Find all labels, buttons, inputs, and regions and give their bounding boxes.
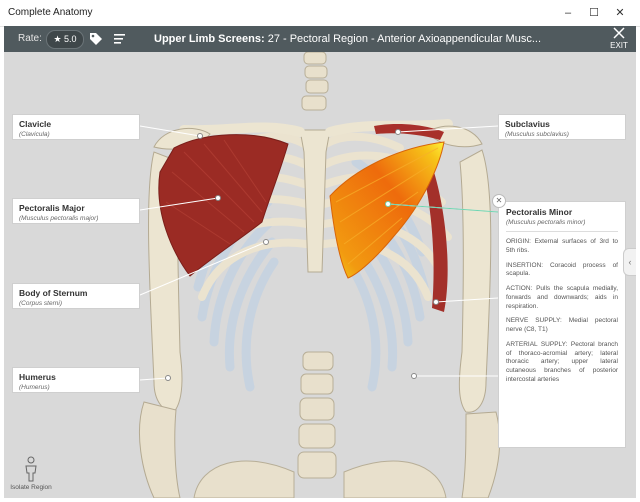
maximize-button[interactable]: ☐ — [582, 4, 606, 22]
close-icon — [613, 27, 625, 39]
anatomy-viewport[interactable]: Clavicle (Clavicula) Pectoralis Major (M… — [4, 52, 636, 498]
label-clavicle[interactable]: Clavicle (Clavicula) — [12, 114, 140, 140]
exit-label: EXIT — [610, 41, 628, 50]
window-titlebar: Complete Anatomy – ☐ ✕ — [0, 0, 640, 27]
side-panel-toggle[interactable]: ‹ — [623, 248, 636, 276]
label-name: Clavicle — [19, 119, 52, 129]
toolbar: Rate: ★ 5.0 Upper Limb Screens: 27 - Pec… — [4, 26, 636, 52]
info-name: Pectoralis Minor — [506, 207, 573, 217]
rate-label: Rate: — [18, 33, 42, 44]
close-window-button[interactable]: ✕ — [608, 4, 632, 22]
label-pectoralis-major[interactable]: Pectoralis Major (Musculus pectoralis ma… — [12, 198, 140, 224]
isolate-region-button[interactable]: Isolate Region — [8, 456, 54, 491]
isolate-region-label: Isolate Region — [10, 484, 52, 491]
info-action: ACTION: Pulls the scapula medially, forw… — [506, 285, 618, 310]
info-panel-pectoralis-minor[interactable]: Pectoralis Minor (Musculus pectoralis mi… — [498, 201, 626, 448]
label-humerus[interactable]: Humerus (Humerus) — [12, 367, 140, 393]
label-body-of-sternum[interactable]: Body of Sternum (Corpus sterni) — [12, 283, 140, 309]
label-latin: (Clavicula) — [19, 131, 50, 138]
label-latin: (Corpus sterni) — [19, 300, 62, 307]
info-latin: (Musculus pectoralis minor) — [506, 219, 618, 232]
info-nerve: NERVE SUPPLY: Medial pectoral nerve (C8,… — [506, 317, 618, 334]
rating-button[interactable]: ★ 5.0 — [46, 30, 84, 49]
label-subclavius[interactable]: Subclavius (Musculus subclavius) — [498, 114, 626, 140]
tag-icon[interactable] — [88, 31, 104, 47]
minimize-button[interactable]: – — [556, 4, 580, 22]
label-latin: (Musculus subclavius) — [505, 131, 569, 138]
info-close-button[interactable]: ✕ — [492, 194, 506, 208]
label-name: Subclavius — [505, 119, 550, 129]
menu-icon[interactable] — [112, 31, 128, 47]
label-name: Humerus — [19, 372, 56, 382]
person-icon — [25, 456, 37, 482]
screen-title: Upper Limb Screens: 27 - Pectoral Region… — [154, 33, 542, 45]
label-latin: (Musculus pectoralis major) — [19, 215, 99, 222]
info-arterial: ARTERIAL SUPPLY: Pectoral branch of thor… — [506, 340, 618, 383]
label-latin: (Humerus) — [19, 384, 50, 391]
exit-button[interactable]: EXIT — [608, 27, 630, 50]
window-title: Complete Anatomy — [8, 7, 93, 18]
humerus-left — [458, 149, 492, 413]
info-origin: ORIGIN: External surfaces of 3rd to 5th … — [506, 238, 618, 254]
info-insertion: INSERTION: Coracoid process of scapula. — [506, 261, 618, 278]
label-name: Body of Sternum — [19, 288, 88, 298]
label-name: Pectoralis Major — [19, 203, 85, 213]
